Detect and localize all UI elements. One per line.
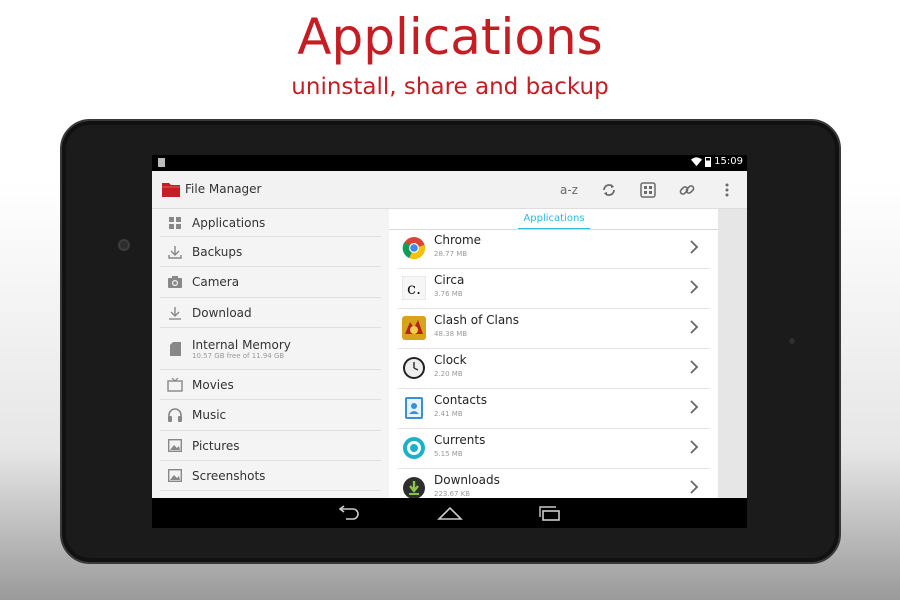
storage-free-text: 10.57 GB free of 11.94 GB	[192, 351, 285, 360]
navigation-drawer: Applications Backups Camera Download Int…	[152, 209, 389, 498]
circa-icon: c.	[402, 276, 426, 300]
app-size: 3.76 MB	[434, 290, 463, 298]
currents-icon	[403, 437, 425, 459]
share-link-button[interactable]	[675, 179, 699, 201]
app-name: Circa	[434, 273, 465, 287]
app-row-clock[interactable]: Clock 2.20 MB	[398, 349, 710, 389]
drawer-item-label: Screenshots	[192, 468, 266, 483]
drawer-item-movies[interactable]: Movies	[160, 370, 381, 400]
link-icon	[679, 185, 695, 195]
app-size: 5.15 MB	[434, 450, 463, 458]
refresh-icon	[603, 184, 615, 196]
battery-icon	[705, 156, 712, 167]
sort-az-button[interactable]: a-z	[557, 179, 581, 201]
app-row-currents[interactable]: Currents 5.15 MB	[398, 429, 710, 469]
drawer-item-label: Movies	[192, 377, 234, 392]
sd-card-icon	[164, 338, 186, 360]
downloads-icon	[403, 477, 425, 499]
refresh-button[interactable]	[597, 179, 621, 201]
chevron-right-icon	[690, 320, 699, 334]
drawer-item-label: Pictures	[192, 438, 240, 453]
picture-icon	[164, 465, 186, 487]
drawer-item-label: Download	[192, 305, 252, 320]
camera-icon	[164, 271, 186, 293]
clock-icon	[403, 357, 425, 379]
svg-text:c.: c.	[407, 279, 421, 298]
app-name: Clock	[434, 353, 467, 367]
notification-icon	[158, 158, 165, 167]
tv-icon	[164, 374, 186, 396]
app-size: 28.77 MB	[434, 250, 468, 258]
drawer-item-download[interactable]: Download	[160, 298, 381, 328]
promo-title: Applications	[297, 8, 603, 66]
grid-view-button[interactable]	[636, 179, 660, 201]
recents-icon[interactable]	[537, 505, 563, 521]
drawer-item-music[interactable]: Music	[160, 400, 381, 431]
overflow-menu-button[interactable]	[715, 179, 739, 201]
headphones-icon	[164, 404, 186, 426]
navigation-bar	[152, 498, 747, 528]
drawer-item-label: Backups	[192, 244, 243, 259]
chevron-right-icon	[690, 440, 699, 454]
back-icon[interactable]	[336, 505, 362, 521]
drawer-item-applications[interactable]: Applications	[160, 209, 381, 237]
content-area: Applications Backups Camera Download Int…	[152, 209, 747, 509]
picture-icon	[164, 435, 186, 457]
chevron-right-icon	[690, 360, 699, 374]
chevron-right-icon	[690, 240, 699, 254]
download-tray-icon	[164, 241, 186, 263]
home-icon[interactable]	[437, 505, 463, 521]
status-clock: 15:09	[714, 156, 743, 167]
applications-panel: Applications Chrome 28.77 MB c. Circa 3.…	[389, 209, 718, 509]
chevron-right-icon	[690, 400, 699, 414]
chrome-icon	[402, 237, 425, 260]
chevron-right-icon	[690, 480, 699, 494]
drawer-item-screenshots[interactable]: Screenshots	[160, 461, 381, 491]
promo-subtitle: uninstall, share and backup	[291, 74, 609, 100]
app-name: Contacts	[434, 393, 487, 407]
download-icon	[164, 302, 186, 324]
app-size: 48.38 MB	[434, 330, 468, 338]
drawer-item-label: Internal Memory	[192, 337, 291, 352]
chevron-right-icon	[690, 280, 699, 294]
app-name: Clash of Clans	[434, 313, 520, 327]
drawer-item-internal-memory[interactable]: Internal Memory 10.57 GB free of 11.94 G…	[160, 328, 381, 370]
status-bar: 15:09	[152, 155, 747, 171]
app-row-contacts[interactable]: Contacts 2.41 MB	[398, 389, 710, 429]
wifi-icon	[691, 157, 703, 167]
drawer-item-label: Applications	[192, 215, 266, 230]
drawer-item-label: Music	[192, 408, 227, 422]
app-name: Currents	[434, 433, 486, 447]
sort-az-label: a-z	[560, 183, 578, 197]
device-screen: 15:09 File Manager a-z Applications Back…	[152, 155, 747, 528]
front-camera	[118, 239, 130, 251]
app-size: 2.41 MB	[434, 410, 463, 418]
app-name: Downloads	[434, 473, 500, 487]
contacts-icon	[405, 397, 423, 419]
grid-icon	[164, 212, 186, 234]
drawer-item-label: Camera	[192, 275, 240, 289]
app-name: Chrome	[434, 233, 482, 247]
app-row-clash-of-clans[interactable]: Clash of Clans 48.38 MB	[398, 309, 710, 349]
app-size: 223.67 KB	[434, 490, 471, 498]
folder-logo-icon[interactable]	[161, 179, 181, 199]
app-title: File Manager	[185, 182, 262, 196]
overflow-menu-icon	[725, 183, 729, 197]
app-row-circa[interactable]: c. Circa 3.76 MB	[398, 269, 710, 309]
tab-applications[interactable]: Applications	[518, 210, 590, 230]
app-row-chrome[interactable]: Chrome 28.77 MB	[398, 229, 710, 269]
app-size: 2.20 MB	[434, 370, 463, 378]
clash-of-clans-icon	[402, 316, 426, 340]
grid-view-icon	[640, 182, 656, 198]
action-bar: File Manager a-z	[152, 171, 747, 209]
drawer-item-pictures[interactable]: Pictures	[160, 431, 381, 461]
drawer-item-backups[interactable]: Backups	[160, 237, 381, 267]
light-sensor	[789, 338, 795, 344]
drawer-item-camera[interactable]: Camera	[160, 267, 381, 298]
